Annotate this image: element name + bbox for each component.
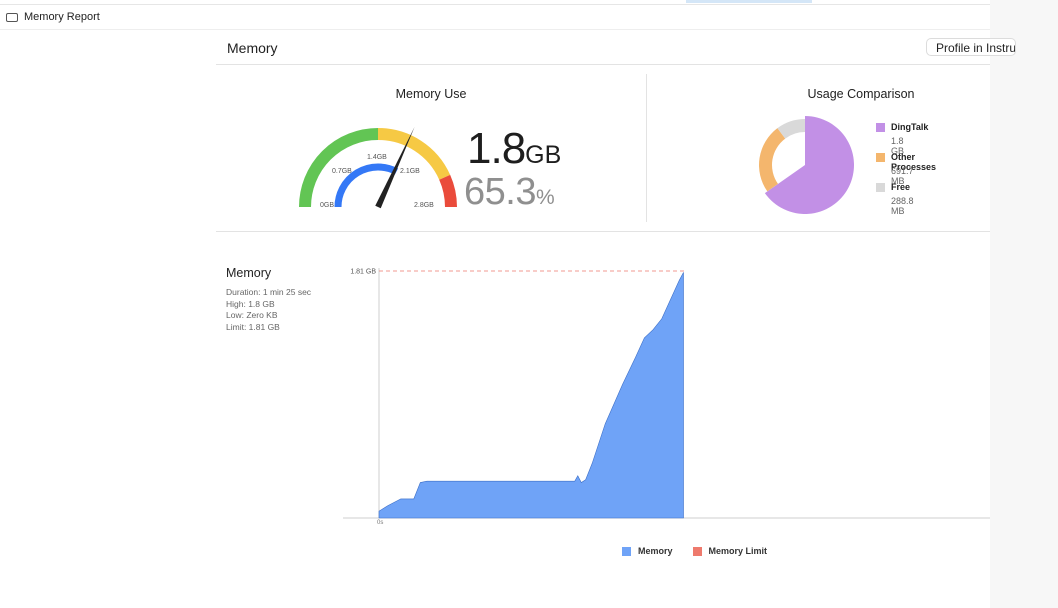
gauge-label-3: 2.1GB [400, 168, 420, 175]
legend-label: DingTalk [891, 122, 929, 132]
report-header: Memory Profile in Instruments [216, 30, 1016, 65]
legend-value: 288.8 MB [891, 196, 914, 216]
memory-value: 1.8GB [467, 124, 562, 173]
memory-gauge: 0GB 0.7GB 1.4GB 2.1GB 2.8GB [299, 126, 457, 209]
x-tick-label: 0s [377, 520, 383, 526]
legend-swatch [876, 183, 885, 192]
legend-swatch [876, 153, 885, 162]
gauge-label-2: 1.4GB [367, 154, 387, 161]
memory-graph-title: Memory [226, 266, 272, 280]
gauge-label-4: 2.8GB [414, 202, 434, 209]
graph-legend: Memory Memory Limit [622, 546, 787, 556]
memory-area-chart: 1.81 GB 0s [343, 268, 990, 526]
gauge-label-0: 0GB [320, 202, 334, 209]
page-title: Memory [227, 40, 278, 56]
monitor-icon [6, 12, 18, 22]
stat-high: High: 1.8 GB [226, 298, 275, 309]
legend-label: Memory [638, 546, 673, 556]
legend-swatch [876, 123, 885, 132]
sidebar-item-label: Memory Report [24, 11, 100, 23]
stat-limit: Limit: 1.81 GB [226, 321, 280, 332]
legend-label: Memory Limit [708, 546, 768, 556]
y-tick-label: 1.81 GB [350, 269, 376, 276]
stat-duration: Duration: 1 min 25 sec [226, 287, 312, 297]
divider [216, 231, 990, 232]
legend-swatch [692, 546, 702, 556]
sidebar-item-memory-report[interactable]: Memory Report [6, 9, 100, 25]
legend-label: Free [891, 182, 911, 192]
memory-percent: 65.3% [464, 171, 555, 213]
gauge-segment-red [439, 174, 457, 208]
legend-swatch [622, 546, 631, 556]
usage-pie-chart [759, 116, 854, 214]
legend-item-memory: Memory [622, 546, 673, 556]
memory-use-title: Memory Use [395, 87, 467, 101]
active-tab-indicator [686, 0, 812, 3]
top-tab-bar [0, 0, 990, 5]
usage-comparison-title: Usage Comparison [807, 87, 915, 101]
profile-in-instruments-button[interactable]: Profile in Instruments [926, 38, 1016, 56]
right-edge-panel [990, 0, 1058, 608]
memory-stats: Memory Duration: 1 min 25 sec High: 1.8 … [226, 266, 311, 333]
stat-low: Low: Zero KB [226, 310, 278, 320]
memory-series-area [378, 272, 684, 519]
divider [646, 74, 647, 222]
gauge-label-1: 0.7GB [332, 168, 352, 175]
legend-item-memory-limit: Memory Limit [692, 546, 768, 556]
